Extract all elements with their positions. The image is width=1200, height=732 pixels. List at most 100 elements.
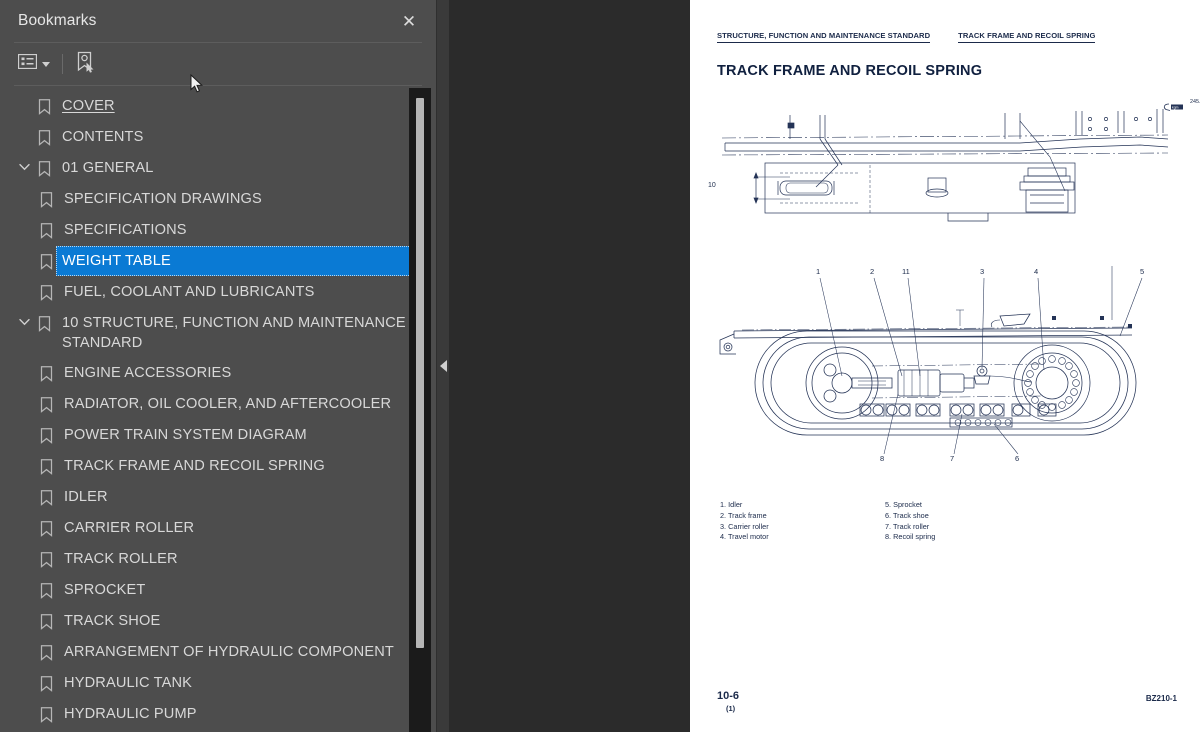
- bookmark-item[interactable]: IDLER: [0, 482, 437, 513]
- bookmark-icon: [36, 420, 56, 444]
- bookmark-label: COVER: [62, 98, 115, 114]
- bookmark-icon: [36, 699, 56, 723]
- svg-text:4: 4: [1034, 267, 1038, 276]
- bookmark-item[interactable]: HYDRAULIC PUMP: [0, 699, 437, 730]
- figure-track-frame-section: [720, 95, 1170, 230]
- bookmark-item[interactable]: TRACK FRAME AND RECOIL SPRING: [0, 451, 437, 482]
- new-bookmark-button[interactable]: [75, 51, 96, 77]
- bookmark-label: ARRANGEMENT OF HYDRAULIC COMPONENT: [64, 644, 394, 660]
- bookmark-label: TRACK FRAME AND RECOIL SPRING: [64, 458, 325, 474]
- bookmark-item[interactable]: SPROCKET: [0, 575, 437, 606]
- footer-model-code: BZ210-1: [1145, 694, 1177, 703]
- chevron-down-icon[interactable]: [14, 308, 34, 326]
- bookmark-label: RADIATOR, OIL COOLER, AND AFTERCOOLER: [64, 396, 392, 412]
- bookmarks-panel-header: Bookmarks ✕: [0, 0, 436, 42]
- svg-text:5: 5: [1140, 267, 1144, 276]
- new-bookmark-icon: [75, 51, 96, 78]
- bookmark-item[interactable]: SPECIFICATION DRAWINGS: [0, 184, 437, 215]
- chevron-down-icon[interactable]: [14, 153, 34, 171]
- bookmark-label: ENGINE ACCESSORIES: [64, 365, 232, 381]
- bookmarks-panel: Bookmarks ✕ COVER CONTENTS 01 GENERAL SP…: [0, 0, 437, 732]
- bookmark-item[interactable]: POWER TRAIN SYSTEM DIAGRAM: [0, 420, 437, 451]
- bookmark-label: TRACK ROLLER: [64, 551, 178, 567]
- bookmark-icon: [36, 637, 56, 661]
- bookmark-item[interactable]: TRACK SHOE: [0, 606, 437, 637]
- bookmark-item[interactable]: COVER: [0, 91, 437, 122]
- legend-column-2: 5. Sprocket 6. Track shoe 7. Track roller 8…: [885, 500, 1050, 543]
- bookmark-label: IDLER: [64, 489, 108, 505]
- svg-text:6: 6: [1015, 454, 1019, 463]
- bookmark-item[interactable]: CONTENTS: [0, 122, 437, 153]
- bookmark-icon: [36, 215, 56, 239]
- bookmark-item[interactable]: WEIGHT TABLE: [0, 246, 437, 277]
- torque-note-top: 245.2~308.9Nm (25~31.5kgm): [1190, 99, 1200, 105]
- toolbar-separator: [62, 54, 63, 74]
- bookmarks-list: COVER CONTENTS 01 GENERAL SPECIFICATION DRA…: [0, 86, 437, 730]
- svg-text:kgm: kgm: [1172, 106, 1179, 110]
- bookmarks-scrollbar[interactable]: [409, 88, 431, 732]
- legend-item: 8. Recoil spring: [885, 532, 936, 542]
- bookmark-icon: [36, 606, 56, 630]
- bookmark-label: HYDRAULIC PUMP: [64, 706, 197, 722]
- bookmark-icon: [36, 513, 56, 537]
- torque-wrench-icon-top: kgm: [1162, 99, 1188, 111]
- bookmark-label: POWER TRAIN SYSTEM DIAGRAM: [64, 427, 307, 443]
- bookmark-icon: [34, 122, 54, 146]
- bookmark-icon: [34, 308, 54, 332]
- bookmark-label: CONTENTS: [62, 129, 144, 145]
- bookmark-icon: [36, 668, 56, 692]
- pdf-viewer: STRUCTURE, FUNCTION AND MAINTENANCE STAN…: [437, 0, 1200, 732]
- figure-legend: 1. Idler 2. Track frame 3. Carrier roller 4…: [720, 500, 1050, 543]
- bookmark-label: 01 GENERAL: [62, 160, 154, 176]
- header-right: TRACK FRAME AND RECOIL SPRING: [958, 31, 1096, 43]
- bookmark-item[interactable]: HYDRAULIC TANK: [0, 668, 437, 699]
- svg-text:3: 3: [980, 267, 984, 276]
- bookmark-label: 10 STRUCTURE, FUNCTION AND MAINTENANCE S…: [62, 315, 406, 351]
- svg-text:8: 8: [880, 454, 884, 463]
- chevron-down-icon: [42, 61, 50, 67]
- twisty-placeholder: [14, 91, 34, 101]
- bookmark-item[interactable]: FUEL, COOLANT AND LUBRICANTS: [0, 277, 437, 308]
- bookmark-icon: [36, 246, 56, 270]
- figure-undercarriage-assembly: 1 2 11 3 4 5 8 7 6: [712, 258, 1182, 463]
- bookmark-label: FUEL, COOLANT AND LUBRICANTS: [64, 284, 315, 300]
- bookmark-item[interactable]: ENGINE ACCESSORIES: [0, 358, 437, 389]
- bookmark-icon: [36, 184, 56, 208]
- close-icon[interactable]: ✕: [398, 10, 420, 32]
- bookmark-icon: [36, 451, 56, 475]
- panel-collapse-handle[interactable]: [437, 0, 449, 732]
- legend-item: 4. Travel motor: [720, 532, 769, 542]
- footer-page-revision: (1): [726, 704, 736, 713]
- bookmark-label: SPECIFICATION DRAWINGS: [64, 191, 262, 207]
- bookmark-icon: [36, 482, 56, 506]
- svg-text:7: 7: [950, 454, 954, 463]
- bookmarks-toolbar: [0, 43, 436, 85]
- legend-column-1: 1. Idler 2. Track frame 3. Carrier roller 4…: [720, 500, 885, 543]
- list-options-icon: [17, 53, 38, 74]
- panel-title: Bookmarks: [18, 12, 97, 29]
- legend-item: 7. Track roller: [885, 521, 930, 531]
- dimension-label-10: 10: [708, 182, 716, 189]
- page-title: TRACK FRAME AND RECOIL SPRING: [717, 63, 983, 79]
- scrollbar-thumb[interactable]: [416, 98, 424, 648]
- document-page: STRUCTURE, FUNCTION AND MAINTENANCE STAN…: [690, 0, 1200, 732]
- bookmark-item[interactable]: CARRIER ROLLER: [0, 513, 437, 544]
- bookmark-icon: [36, 544, 56, 568]
- bookmark-item[interactable]: 10 STRUCTURE, FUNCTION AND MAINTENANCE S…: [0, 308, 437, 358]
- legend-item: 5. Sprocket: [885, 500, 922, 509]
- bookmark-item[interactable]: SPECIFICATIONS: [0, 215, 437, 246]
- bookmarks-scroll-area: COVER CONTENTS 01 GENERAL SPECIFICATION DRA…: [0, 86, 437, 732]
- bookmark-icon: [36, 358, 56, 382]
- svg-text:11: 11: [902, 267, 910, 276]
- bookmark-item[interactable]: TRACK ROLLER: [0, 544, 437, 575]
- bookmark-item[interactable]: ARRANGEMENT OF HYDRAULIC COMPONENT: [0, 637, 437, 668]
- bookmark-item[interactable]: 01 GENERAL: [0, 153, 437, 184]
- list-options-button[interactable]: [17, 51, 50, 77]
- svg-text:2: 2: [870, 267, 874, 276]
- bookmark-label: TRACK SHOE: [64, 613, 161, 629]
- bookmark-item[interactable]: RADIATOR, OIL COOLER, AND AFTERCOOLER: [0, 389, 437, 420]
- legend-item: 6. Track shoe: [885, 510, 929, 520]
- bookmark-label: HYDRAULIC TANK: [64, 675, 193, 691]
- document-running-header: STRUCTURE, FUNCTION AND MAINTENANCE STAN…: [717, 31, 1180, 43]
- bookmark-label: SPROCKET: [64, 582, 146, 598]
